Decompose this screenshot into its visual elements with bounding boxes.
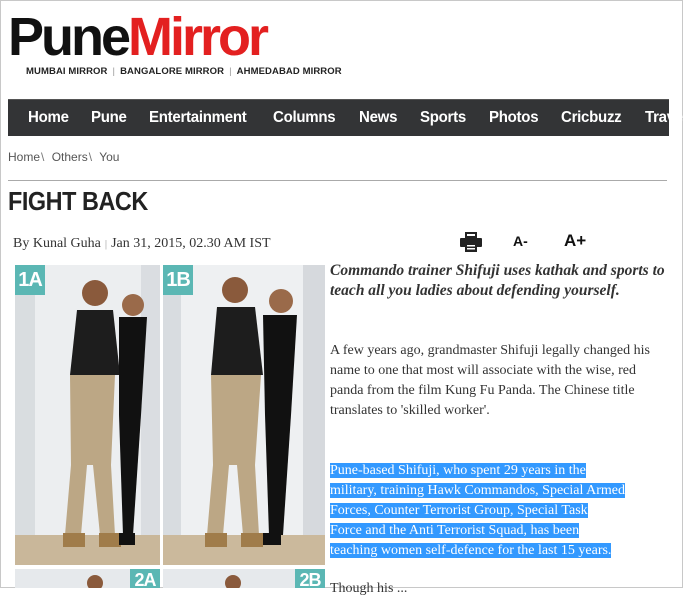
nav-item-columns[interactable]: Columns	[273, 109, 336, 127]
nav-item-news[interactable]: News	[359, 109, 397, 127]
breadcrumb-others[interactable]: Others	[52, 150, 88, 164]
nav-item-pune[interactable]: Pune	[91, 109, 127, 127]
logo-mirror-text: Mirror	[128, 7, 269, 67]
nav-item-sports[interactable]: Sports	[420, 109, 466, 127]
nav-item-home[interactable]: Home	[28, 109, 69, 127]
article-title: FIGHT BACK	[8, 186, 148, 216]
breadcrumb-home[interactable]: Home	[8, 150, 40, 164]
sister-sep: |	[112, 66, 116, 77]
photo-2b: 2B	[163, 569, 325, 588]
breadcrumb-sep: \	[88, 150, 93, 164]
breadcrumb-you[interactable]: You	[99, 150, 119, 164]
main-nav: Home Pune Entertainment Columns News Spo…	[8, 99, 683, 136]
font-increase-button[interactable]: A+	[564, 231, 586, 251]
logo-pune-text: Pune	[8, 7, 131, 67]
nav-item-entertainment[interactable]: Entertainment	[149, 109, 247, 127]
printer-icon[interactable]	[460, 232, 482, 252]
site-logo[interactable]: PuneMirror	[8, 7, 269, 67]
nav-item-travel[interactable]: Travel	[645, 109, 683, 127]
divider	[8, 180, 667, 181]
article-paragraph-1: A few years ago, grandmaster Shifuji leg…	[330, 343, 650, 418]
photo-label-2a: 2A	[130, 569, 160, 588]
selected-text-line: Forces, Counter Terrorist Group, Special…	[330, 503, 588, 518]
selected-text-line: military, training Hawk Commandos, Speci…	[330, 483, 625, 498]
sister-sep: |	[229, 66, 232, 77]
breadcrumb-sep: \	[41, 150, 45, 164]
article-tools: A- A+	[0, 230, 683, 254]
photo-1b: 1B	[163, 265, 325, 565]
selected-text-line: Force and the Anti Terrorist Squad, has …	[330, 523, 580, 538]
photo-1a: 1A	[15, 265, 160, 565]
article-lede: Commando trainer Shifuji uses kathak and…	[330, 262, 665, 299]
sister-link-ahmedabad[interactable]: AHMEDABAD MIRROR	[237, 66, 342, 77]
breadcrumb: Home\ Others\ You	[8, 150, 119, 164]
sister-link-bangalore[interactable]: BANGALORE MIRROR	[120, 66, 224, 77]
selected-text-line: Pune-based Shifuji, who spent 29 years i…	[330, 463, 586, 478]
article-paragraph-2-selected[interactable]: Pune-based Shifuji, who spent 29 years i…	[330, 461, 670, 561]
sister-sites: MUMBAI MIRROR | BANGALORE MIRROR | AHMEDABAD…	[26, 66, 342, 77]
photo-1a-image	[15, 265, 160, 565]
article-paragraph-3: Though his ...	[330, 581, 408, 596]
photo-label-1a: 1A	[15, 265, 45, 295]
photo-1b-image	[163, 265, 325, 565]
selected-text-line: teaching women self-defence for the last…	[330, 543, 612, 558]
photo-2a: 2A	[15, 569, 160, 588]
nav-item-photos[interactable]: Photos	[489, 109, 539, 127]
font-decrease-button[interactable]: A-	[513, 233, 528, 249]
nav-item-cricbuzz[interactable]: Cricbuzz	[561, 109, 622, 127]
photo-label-1b: 1B	[163, 265, 193, 295]
sister-link-mumbai[interactable]: MUMBAI MIRROR	[26, 66, 108, 77]
photo-label-2b: 2B	[295, 569, 325, 588]
